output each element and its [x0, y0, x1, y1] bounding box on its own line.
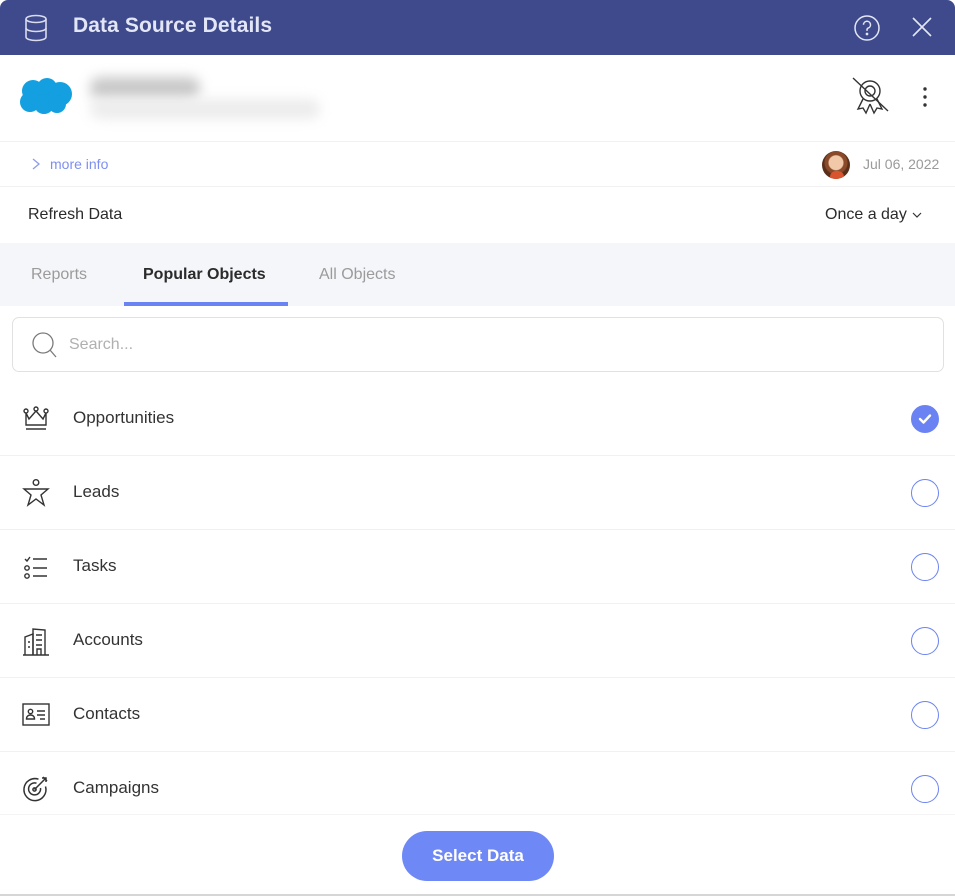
dialog-titlebar: Data Source Details — [0, 0, 955, 55]
more-info-link[interactable]: more info — [50, 156, 108, 172]
building-icon — [23, 628, 49, 656]
object-tabs: Reports Popular Objects All Objects — [0, 243, 955, 306]
search-box — [12, 317, 944, 372]
selected-check-radio[interactable] — [911, 405, 939, 433]
search-icon — [32, 332, 57, 358]
target-icon — [23, 776, 48, 802]
contact-card-icon — [22, 703, 50, 726]
list-item-tasks[interactable]: Tasks — [0, 530, 955, 604]
object-list: Opportunities Leads Tasks Accounts Conta… — [0, 382, 955, 826]
list-item-contacts[interactable]: Contacts — [0, 678, 955, 752]
database-icon — [25, 14, 47, 42]
person-star-icon — [22, 479, 50, 507]
item-label: Tasks — [73, 556, 117, 575]
active-tab-indicator — [124, 302, 288, 306]
chevron-right-icon[interactable] — [30, 157, 42, 171]
avatar — [822, 151, 850, 179]
tab-popular-objects[interactable]: Popular Objects — [143, 266, 266, 284]
refresh-frequency-dropdown[interactable]: Once a day — [825, 206, 922, 224]
list-item-opportunities[interactable]: Opportunities — [0, 382, 955, 456]
close-icon[interactable] — [910, 15, 934, 39]
crown-icon — [23, 406, 49, 430]
select-radio[interactable] — [911, 627, 939, 655]
select-radio[interactable] — [911, 775, 939, 803]
checklist-icon — [24, 556, 47, 579]
dialog-footer: Select Data — [0, 814, 955, 896]
refresh-data-label: Refresh Data — [28, 206, 123, 223]
select-radio[interactable] — [911, 701, 939, 729]
item-label: Leads — [73, 482, 120, 501]
select-radio[interactable] — [911, 553, 939, 581]
help-icon[interactable] — [853, 14, 881, 42]
item-label: Accounts — [73, 630, 143, 649]
more-info-row: more info Jul 06, 2022 — [0, 141, 955, 187]
item-label: Opportunities — [73, 408, 175, 427]
refresh-data-row: Refresh Data Once a day — [0, 188, 955, 243]
select-radio[interactable] — [911, 479, 939, 507]
list-item-accounts[interactable]: Accounts — [0, 604, 955, 678]
certified-off-icon[interactable] — [850, 75, 890, 117]
modified-date: Jul 06, 2022 — [863, 156, 940, 172]
item-label: Campaigns — [73, 778, 159, 797]
data-source-header — [0, 55, 955, 141]
tab-all-objects[interactable]: All Objects — [319, 266, 395, 284]
tab-reports[interactable]: Reports — [31, 266, 87, 284]
select-data-button[interactable]: Select Data — [402, 831, 554, 881]
list-item-leads[interactable]: Leads — [0, 456, 955, 530]
chevron-down-icon — [912, 212, 922, 218]
item-label: Contacts — [73, 704, 141, 723]
refresh-frequency-value: Once a day — [825, 206, 907, 223]
checkmark-icon — [918, 414, 932, 424]
search-input[interactable] — [69, 330, 919, 360]
dialog-title: Data Source Details — [73, 14, 273, 37]
salesforce-logo-icon — [20, 78, 72, 114]
more-vertical-icon[interactable] — [915, 82, 935, 112]
